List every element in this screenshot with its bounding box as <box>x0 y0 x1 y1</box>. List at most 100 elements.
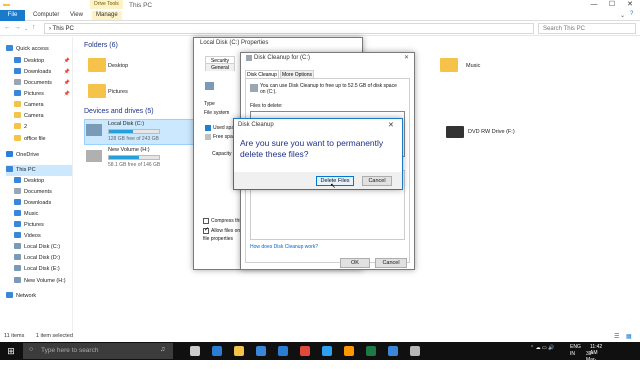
tab-manage[interactable]: Manage <box>92 11 122 20</box>
sublime-icon[interactable] <box>344 346 354 356</box>
sidebar-item-icon <box>6 151 13 157</box>
sidebar-item-label: Local Disk (D:) <box>24 255 61 261</box>
tab-view[interactable]: View <box>70 11 83 20</box>
maximize-button[interactable]: ☐ <box>604 0 620 10</box>
task-view-icon[interactable] <box>190 346 200 356</box>
mail-icon[interactable] <box>278 346 288 356</box>
sidebar-item-local-disk-c[interactable]: Local Disk (C:) <box>14 242 72 253</box>
disk-cleanup-icon[interactable] <box>410 346 420 356</box>
forward-icon[interactable]: → <box>14 24 21 31</box>
sidebar-item-desktop[interactable]: Desktop 📌 <box>14 56 72 67</box>
minimize-button[interactable]: — <box>586 0 602 10</box>
excel-icon[interactable] <box>366 346 376 356</box>
sidebar-item-label: office file <box>24 136 46 142</box>
sidebar-item-camera[interactable]: Camera <box>14 100 72 111</box>
cleanup-cancel-button[interactable]: Cancel <box>375 258 407 268</box>
start-icon[interactable]: ⊞ <box>0 342 22 360</box>
language-indicator[interactable]: ENG <box>570 344 581 350</box>
sidebar-item-pictures[interactable]: Pictures 📌 <box>14 89 72 100</box>
tray-icons[interactable]: ⌃ ☁ ▭ 🔊 <box>530 345 590 351</box>
folders-group-header[interactable]: Folders (6) <box>84 42 118 49</box>
cleanup-drive-icon <box>250 84 258 92</box>
details-view-icon[interactable]: ☰ <box>614 333 619 340</box>
capacity-label: Capacity <box>212 151 232 157</box>
folder-desktop-icon <box>88 58 106 72</box>
store-icon[interactable] <box>256 346 266 356</box>
sidebar-item-icon <box>14 79 21 85</box>
confirm-close-button[interactable]: ✕ <box>388 121 394 129</box>
chrome-icon[interactable] <box>300 346 310 356</box>
sidebar-item-camera[interactable]: Camera <box>14 111 72 122</box>
sidebar-item-icon <box>14 188 21 194</box>
drive-h-usage-fill <box>109 156 139 159</box>
address-bar[interactable]: › This PC <box>44 23 534 34</box>
back-icon[interactable]: ← <box>4 24 11 31</box>
sidebar-item-new-volume-h[interactable]: New Volume (H:) <box>14 276 72 287</box>
recent-locations-icon[interactable]: ⌄ <box>24 26 28 32</box>
free-space-swatch <box>205 134 211 140</box>
sidebar-item-onedrive[interactable]: OneDrive <box>6 150 72 161</box>
sidebar-item-downloads[interactable]: Downloads 📌 <box>14 67 72 78</box>
sidebar-item-2[interactable]: 2 <box>14 122 72 133</box>
photos-icon[interactable] <box>388 346 398 356</box>
sidebar-item-videos[interactable]: Videos <box>14 231 72 242</box>
sidebar-item-icon <box>14 232 21 238</box>
sidebar-item-local-disk-d[interactable]: Local Disk (D:) <box>14 253 72 264</box>
sidebar-item-local-disk-e[interactable]: Local Disk (E:) <box>14 264 72 275</box>
sidebar-item-label: Music <box>24 211 39 217</box>
file-system-label: File system <box>204 110 230 116</box>
sidebar-item-downloads[interactable]: Downloads <box>14 198 72 209</box>
sidebar-item-documents[interactable]: Documents 📌 <box>14 78 72 89</box>
search-input[interactable]: Search This PC <box>538 23 636 34</box>
sidebar-item-label: Quick access <box>16 46 49 52</box>
check-mark-icon: ✓ <box>204 227 210 233</box>
disk-cleanup-icon <box>246 55 252 61</box>
expand-ribbon-icon[interactable]: ⌄ <box>620 12 625 19</box>
sidebar-item-icon <box>14 265 21 271</box>
help-icon[interactable]: ? <box>630 11 633 17</box>
sidebar-item-documents[interactable]: Documents <box>14 187 72 198</box>
up-icon[interactable]: ↑ <box>32 24 36 31</box>
close-button[interactable]: ✕ <box>622 0 638 10</box>
drive-c-free: 128 GB free of 243 GB <box>108 136 159 142</box>
taskbar-search-input[interactable]: Type here to search <box>23 343 173 359</box>
file-explorer-icon[interactable] <box>234 346 244 356</box>
sidebar-item-icon <box>14 101 21 107</box>
sidebar-item-label: OneDrive <box>16 152 40 158</box>
photoshop-icon[interactable] <box>322 346 332 356</box>
sidebar-item-office-file[interactable]: office file <box>14 134 72 145</box>
drive-c-name: Local Disk (C:) <box>108 121 145 127</box>
sidebar-item-icon <box>14 210 21 216</box>
drive-h-name[interactable]: New Volume (H:) <box>108 147 150 153</box>
sidebar-item-network[interactable]: Network <box>6 291 72 302</box>
folder-music[interactable]: Music <box>466 63 480 69</box>
sidebar-item-music[interactable]: Music <box>14 209 72 220</box>
sidebar-item-this-pc[interactable]: This PC <box>6 165 72 176</box>
disk-cleanup-close-button[interactable]: ✕ <box>404 54 409 61</box>
sidebar-item-icon <box>14 57 21 63</box>
folder-music-icon <box>440 58 458 72</box>
sidebar-item-pictures[interactable]: Pictures <box>14 220 72 231</box>
sidebar-item-quick-access[interactable]: Quick access <box>6 44 72 55</box>
large-icons-view-icon[interactable]: ▦ <box>626 333 632 340</box>
how-cleanup-works-link[interactable]: How does Disk Cleanup work? <box>250 244 318 250</box>
tab-general[interactable]: General <box>205 63 235 71</box>
properties-title: Local Disk (C:) Properties <box>200 40 269 46</box>
sidebar-item-label: Documents <box>24 189 52 195</box>
folder-pictures[interactable]: Pictures <box>108 89 128 95</box>
compress-checkbox[interactable] <box>203 218 209 224</box>
edge-icon[interactable] <box>212 346 222 356</box>
tab-file[interactable]: File <box>0 10 25 21</box>
type-label: Type <box>204 101 215 107</box>
tab-computer[interactable]: Computer <box>33 11 59 20</box>
sidebar-item-icon <box>14 68 21 74</box>
confirm-cancel-button[interactable]: Cancel <box>362 176 392 186</box>
sidebar-item-label: New Volume (H:) <box>24 278 66 284</box>
devices-group-header[interactable]: Devices and drives (5) <box>84 108 154 115</box>
sidebar-item-desktop[interactable]: Desktop <box>14 176 72 187</box>
microphone-icon[interactable]: ♫ <box>160 346 165 353</box>
folder-desktop[interactable]: Desktop <box>108 63 128 69</box>
ok-button[interactable]: OK <box>340 258 370 268</box>
cleanup-description: You can use Disk Cleanup to free up to 5… <box>260 83 397 95</box>
dvd-drive[interactable]: DVD RW Drive (F:) <box>468 129 515 135</box>
